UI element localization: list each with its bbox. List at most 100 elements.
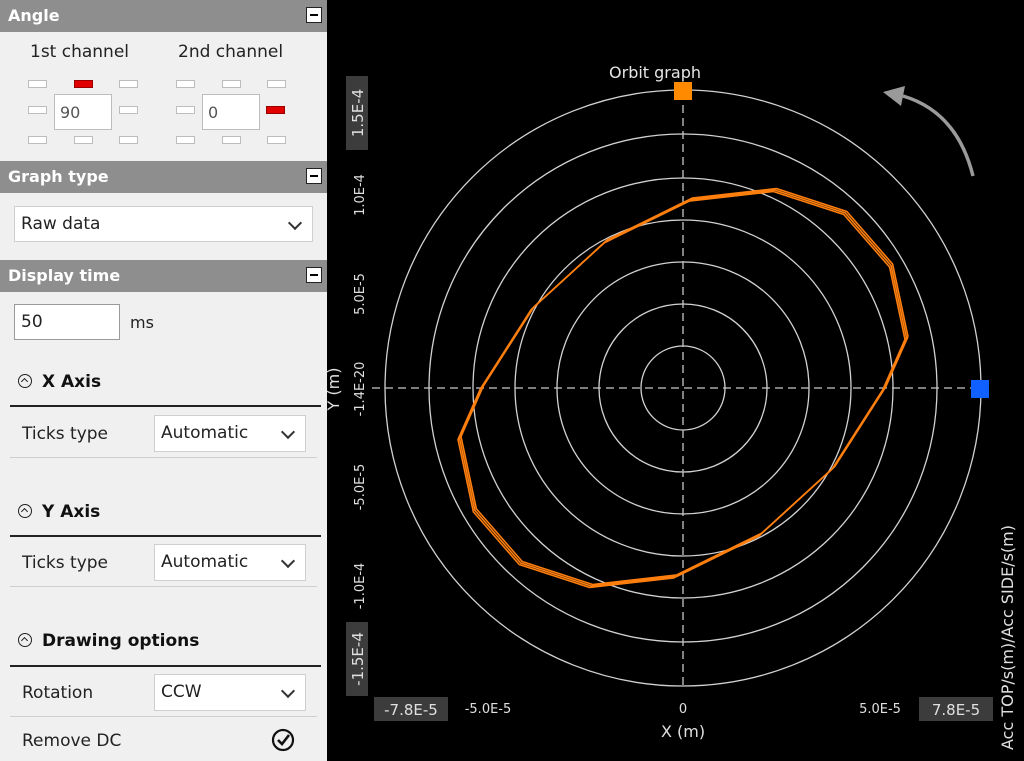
angle-nub-2-right-selected[interactable] — [266, 106, 285, 114]
divider — [10, 457, 317, 458]
collapse-icon[interactable] — [306, 267, 322, 283]
chart-title: Orbit graph — [609, 63, 701, 82]
orbit-trace — [460, 187, 909, 586]
y-tick: -1.0E-4 — [353, 563, 368, 610]
graph-type-value: Raw data — [21, 214, 101, 234]
remove-dc-label: Remove DC — [22, 731, 122, 751]
display-time-unit: ms — [130, 313, 154, 332]
drawing-options-title: Drawing options — [42, 631, 200, 651]
x-tick-label: 5.0E-5 — [859, 702, 901, 717]
control-panel: Angle 1st channel 2nd channel 90 0 Graph… — [0, 0, 327, 761]
chevron-down-icon — [287, 215, 303, 231]
angle-nub-2-lr[interactable] — [267, 136, 286, 144]
y-tick-label: -1.5E-4 — [349, 632, 367, 686]
y-tick: 5.0E-5 — [353, 273, 368, 315]
angle-section-title: Angle — [8, 6, 60, 25]
y-ticks-type-dropdown[interactable]: Automatic — [154, 544, 306, 581]
x-ticks-type-value: Automatic — [161, 423, 249, 443]
angle-nub-1-lr[interactable] — [119, 136, 138, 144]
x-ticks-type-label: Ticks type — [22, 424, 109, 444]
orbit-graph: 1.5E-4 1.0E-4 5.0E-5 -1.4E-20 -5.0E-5 -1.0E-4… — [327, 63, 1017, 750]
chevron-up-circle-icon — [18, 374, 32, 388]
y-tick: 1.5E-4 — [346, 76, 368, 150]
angle-nub-2-left[interactable] — [176, 106, 195, 114]
polar-rings — [384, 89, 982, 687]
orbit-trace — [457, 190, 906, 589]
y-tick-labels: 1.5E-4 1.0E-4 5.0E-5 -1.4E-20 -5.0E-5 -1.0E-4… — [346, 76, 368, 696]
graph-type-dropdown[interactable]: Raw data — [14, 206, 313, 242]
y-tick-label: -5.0E-5 — [353, 464, 368, 511]
x-tick-label: 7.8E-5 — [932, 701, 980, 719]
divider — [10, 535, 321, 537]
angle-nub-1-left[interactable] — [28, 106, 47, 114]
x-tick-label: 0 — [679, 702, 687, 717]
y-tick-label: 1.5E-4 — [349, 89, 367, 137]
channel1-label: 1st channel — [30, 42, 130, 62]
rotation-arrow-arc — [902, 94, 975, 177]
y-tick-label: -1.4E-20 — [353, 362, 368, 417]
angle-nub-2-ur[interactable] — [267, 80, 286, 88]
angle-nub-1-up-selected[interactable] — [74, 80, 93, 88]
x-tick-label: -5.0E-5 — [465, 702, 512, 717]
side-axis-label: Acc TOP/s(m)/Acc SIDE/s(m) — [998, 525, 1017, 750]
drawing-options-group-toggle[interactable]: Drawing options — [18, 631, 199, 651]
x-axis-group-toggle[interactable]: X Axis — [18, 372, 101, 392]
remove-dc-checkbox[interactable] — [270, 727, 296, 753]
y-tick: -1.4E-20 — [353, 362, 368, 417]
y-tick: -1.5E-4 — [346, 622, 368, 696]
angle-section-header[interactable]: Angle — [0, 0, 327, 32]
x-ticks-type-dropdown[interactable]: Automatic — [154, 415, 306, 452]
angle-nub-2-down[interactable] — [222, 136, 241, 144]
angle-nub-2-up[interactable] — [222, 80, 241, 88]
graph-type-section-header[interactable]: Graph type — [0, 161, 327, 193]
side-sensor-marker[interactable] — [971, 380, 989, 398]
divider — [10, 405, 321, 407]
checkbox-circle — [271, 728, 295, 752]
graph-type-title: Graph type — [8, 167, 109, 186]
angle-nub-2-ul[interactable] — [176, 80, 195, 88]
channel2-label: 2nd channel — [178, 42, 284, 62]
angle-nub-2-ll[interactable] — [176, 136, 195, 144]
rotation-label: Rotation — [22, 683, 94, 703]
top-sensor-marker[interactable] — [674, 82, 692, 100]
rotation-dropdown[interactable]: CCW — [154, 674, 306, 711]
display-time-title: Display time — [8, 266, 121, 285]
divider — [10, 716, 317, 717]
x-tick-label: -7.8E-5 — [384, 701, 438, 719]
y-ticks-type-label: Ticks type — [22, 553, 109, 573]
y-tick-label: 1.0E-4 — [353, 174, 368, 216]
angle-nub-1-down[interactable] — [74, 136, 93, 144]
y-ticks-type-value: Automatic — [161, 552, 249, 572]
chevron-down-icon — [280, 424, 296, 440]
display-time-input[interactable]: 50 — [14, 304, 120, 340]
display-time-section-header[interactable]: Display time — [0, 260, 327, 292]
collapse-icon[interactable] — [306, 7, 322, 23]
divider — [10, 586, 317, 587]
y-tick: -5.0E-5 — [353, 464, 368, 511]
y-tick-label: 5.0E-5 — [353, 273, 368, 315]
polar-ring — [384, 89, 982, 687]
polar-ring — [514, 219, 852, 557]
rotation-direction-arrow — [883, 86, 975, 177]
chevron-down-icon — [280, 553, 296, 569]
y-axis-title: Y Axis — [42, 502, 101, 522]
y-tick: 1.0E-4 — [353, 174, 368, 216]
chevron-up-circle-icon — [18, 633, 32, 647]
channel2-angle-input[interactable]: 0 — [202, 94, 260, 130]
y-axis-group-toggle[interactable]: Y Axis — [18, 502, 100, 522]
divider — [10, 665, 321, 667]
angle-nub-1-right[interactable] — [119, 106, 138, 114]
rotation-value: CCW — [161, 682, 202, 702]
chevron-up-circle-icon — [18, 504, 32, 518]
checkmark-icon — [277, 734, 291, 746]
angle-nub-1-ul[interactable] — [28, 80, 47, 88]
channel1-angle-input[interactable]: 90 — [54, 94, 112, 130]
angle-nub-1-ur[interactable] — [119, 80, 138, 88]
y-tick-label: -1.0E-4 — [353, 563, 368, 610]
x-tick-labels: -7.8E-5 -5.0E-5 0 5.0E-5 7.8E-5 — [374, 697, 993, 721]
x-axis-label: X (m) — [661, 722, 705, 741]
x-axis-title: X Axis — [42, 372, 102, 392]
collapse-icon[interactable] — [306, 168, 322, 184]
angle-nub-1-ll[interactable] — [28, 136, 47, 144]
ccw-arrow-icon — [883, 86, 905, 106]
